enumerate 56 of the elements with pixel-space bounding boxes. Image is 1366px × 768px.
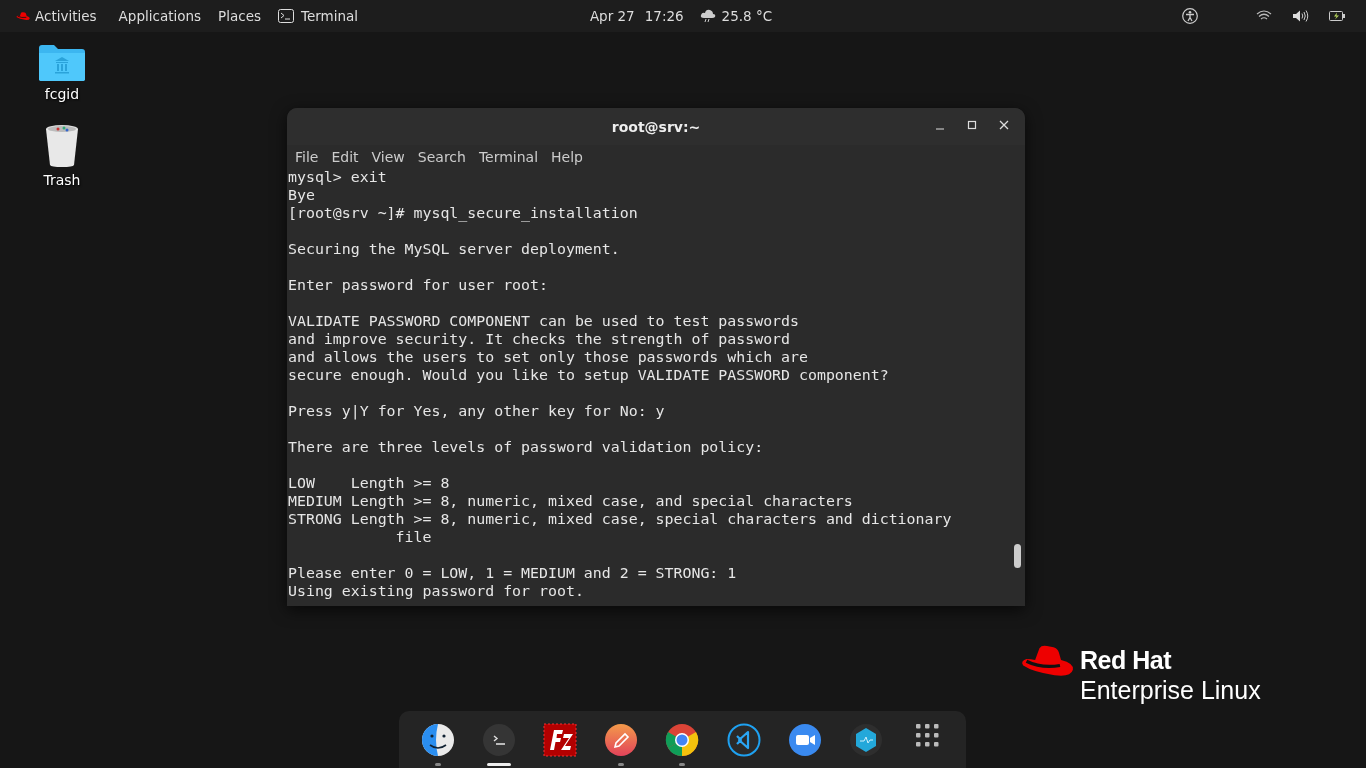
terminal-output-line: Using existing password for root. (288, 582, 584, 600)
code-editor-app-icon[interactable] (726, 723, 761, 757)
battery-charging-icon[interactable] (1329, 10, 1346, 22)
app-menu[interactable]: Terminal (278, 8, 359, 24)
window-title: root@srv:~ (611, 118, 701, 135)
folder-icon[interactable] (38, 44, 86, 82)
video-camera-app-icon[interactable] (787, 723, 822, 757)
wifi-icon[interactable] (1256, 10, 1272, 22)
terminal-menu-item[interactable]: Search (417, 148, 466, 165)
terminal-output-line: and allows the users to set only those passwords which are (288, 348, 808, 366)
logo-text: Red Hat (1080, 645, 1173, 675)
chrome-browser-icon[interactable] (665, 723, 700, 757)
temperature: 25.8 °C (721, 8, 773, 24)
terminal-output-line: MEDIUM Length >= 8, numeric, mixed case, and special characters (288, 492, 853, 510)
terminal-output-line: Please enter 0 = LOW, 1 = MEDIUM and 2 = STRONG: 1 (288, 564, 737, 582)
maximize-icon[interactable] (965, 118, 979, 132)
terminal-output-line: Press y|Y for Yes, any other key for No: y (288, 402, 665, 420)
pencil-app-icon[interactable] (604, 723, 639, 757)
terminal-menu-item[interactable]: Help (551, 148, 583, 165)
terminal-output-line: LOW Length >= 8 (288, 474, 450, 492)
terminal-menu-item[interactable]: View (371, 148, 405, 165)
accessibility-icon[interactable] (1182, 8, 1198, 24)
terminal-output-line: Enter password for user root: (288, 276, 548, 294)
scrollbar-thumb[interactable] (1014, 544, 1021, 568)
hexagon-app-icon[interactable] (849, 723, 884, 757)
terminal-output-line: file (394, 528, 432, 546)
terminal-menu-item[interactable]: Terminal (478, 148, 539, 165)
fedora-hat-logo-icon (16, 11, 30, 21)
trash-can-icon[interactable] (44, 124, 80, 168)
terminal-output-line: mysql> exit (288, 168, 387, 186)
top-bar-menu[interactable]: Applications (118, 8, 202, 24)
terminal-output-line: and improve security. It checks the strength of password (288, 330, 791, 348)
logo-subtitle: Enterprise Linux (1080, 675, 1261, 705)
terminal-output-line: STRONG Length >= 8, numeric, mixed case, special characters and dictionary (288, 510, 952, 528)
terminal-output-line: secure enough. Would you like to setup VALIDATE PASSWORD component? (288, 366, 889, 384)
terminal-icon (278, 9, 294, 23)
desktop-icon-label: fcgid (44, 86, 80, 102)
fz-app-icon[interactable] (543, 723, 578, 757)
smiling-face-app-icon[interactable] (420, 723, 455, 757)
volume-icon[interactable] (1292, 9, 1309, 23)
app-grid-icon[interactable] (915, 723, 940, 747)
terminal-output-line: [root@srv ~]# mysql_secure_installation (288, 204, 638, 222)
terminal-menu-item[interactable]: File (295, 148, 319, 165)
fedora-hat-logo-icon (1020, 645, 1074, 679)
terminal-menu-item[interactable]: Edit (331, 148, 359, 165)
terminal-output-line: Securing the MySQL server deployment. (288, 240, 620, 258)
terminal-output-line: VALIDATE PASSWORD COMPONENT can be used to test passwords (288, 312, 799, 330)
close-icon[interactable] (997, 118, 1011, 132)
terminal-app-icon[interactable] (481, 723, 516, 757)
terminal-output-line: There are three levels of password validation policy: (288, 438, 764, 456)
terminal-output-line: Bye (288, 186, 315, 204)
top-bar-menu[interactable]: Places (218, 8, 261, 24)
activities-button[interactable]: Activities (16, 8, 97, 24)
cloud-rain-icon (699, 9, 716, 23)
clock[interactable]: Apr 27 17:26 (589, 8, 684, 24)
desktop-icon-label: Trash (43, 172, 81, 188)
